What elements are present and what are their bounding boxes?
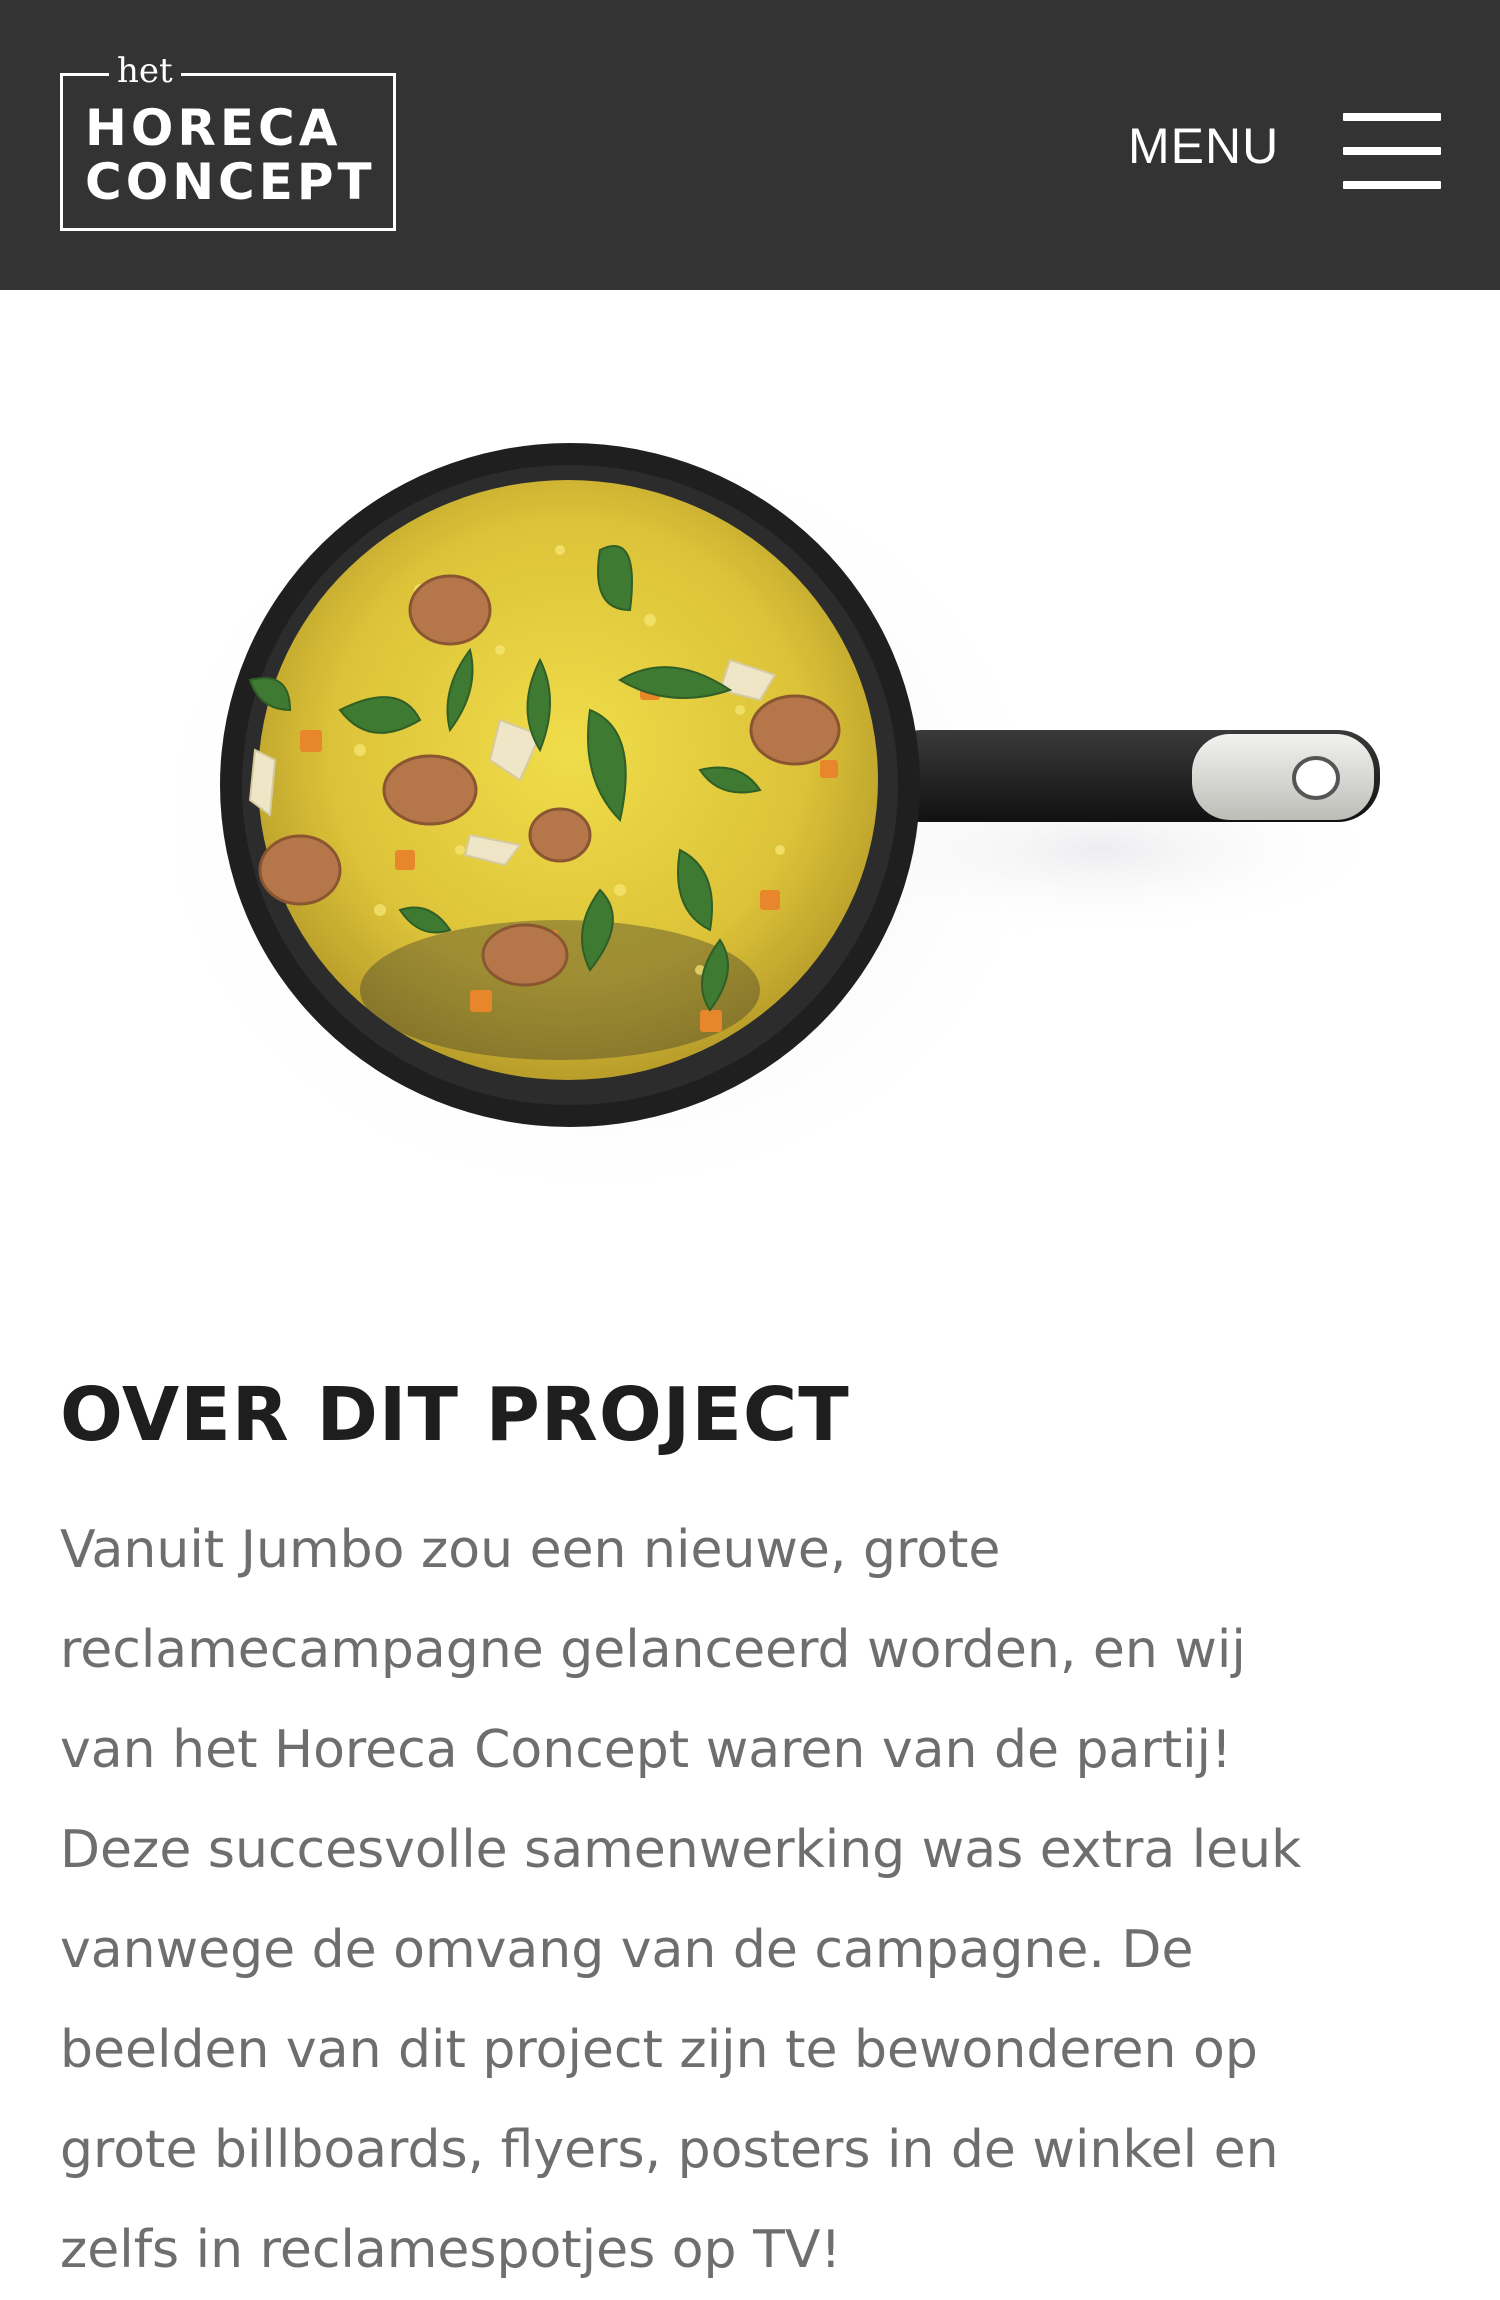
description-line: Vanuit Jumbo zou een nieuwe, grote bbox=[60, 1520, 1001, 1580]
logo-line-2: CONCEPT bbox=[85, 153, 376, 211]
description-line: vanwege de omvang van de campagne. De bbox=[60, 1920, 1194, 1980]
project-description: Vanuit Jumbo zou een nieuwe, grote recla… bbox=[60, 1500, 1440, 2300]
description-line: beelden van dit project zijn te bewonder… bbox=[60, 2020, 1258, 2080]
description-line: zelfs in reclamespotjes op TV! bbox=[60, 2220, 842, 2280]
logo-line-1: HORECA bbox=[85, 99, 342, 157]
description-line: reclamecampagne gelanceerd worden, en wi… bbox=[60, 1620, 1246, 1680]
logo-small-text: het bbox=[109, 46, 181, 96]
menu-label[interactable]: MENU bbox=[1128, 112, 1279, 180]
site-logo[interactable]: het HORECA CONCEPT bbox=[60, 46, 396, 231]
section-title: OVER DIT PROJECT bbox=[60, 1372, 850, 1458]
hero-image bbox=[0, 290, 1500, 1300]
description-line: Deze succesvolle samenwerking was extra … bbox=[60, 1820, 1302, 1880]
hamburger-icon[interactable] bbox=[1343, 113, 1441, 189]
site-header: het HORECA CONCEPT MENU bbox=[0, 0, 1500, 290]
description-line: van het Horeca Concept waren van de part… bbox=[60, 1720, 1232, 1780]
pan-illustration bbox=[130, 420, 1400, 1220]
description-line: grote billboards, flyers, posters in de … bbox=[60, 2120, 1279, 2180]
